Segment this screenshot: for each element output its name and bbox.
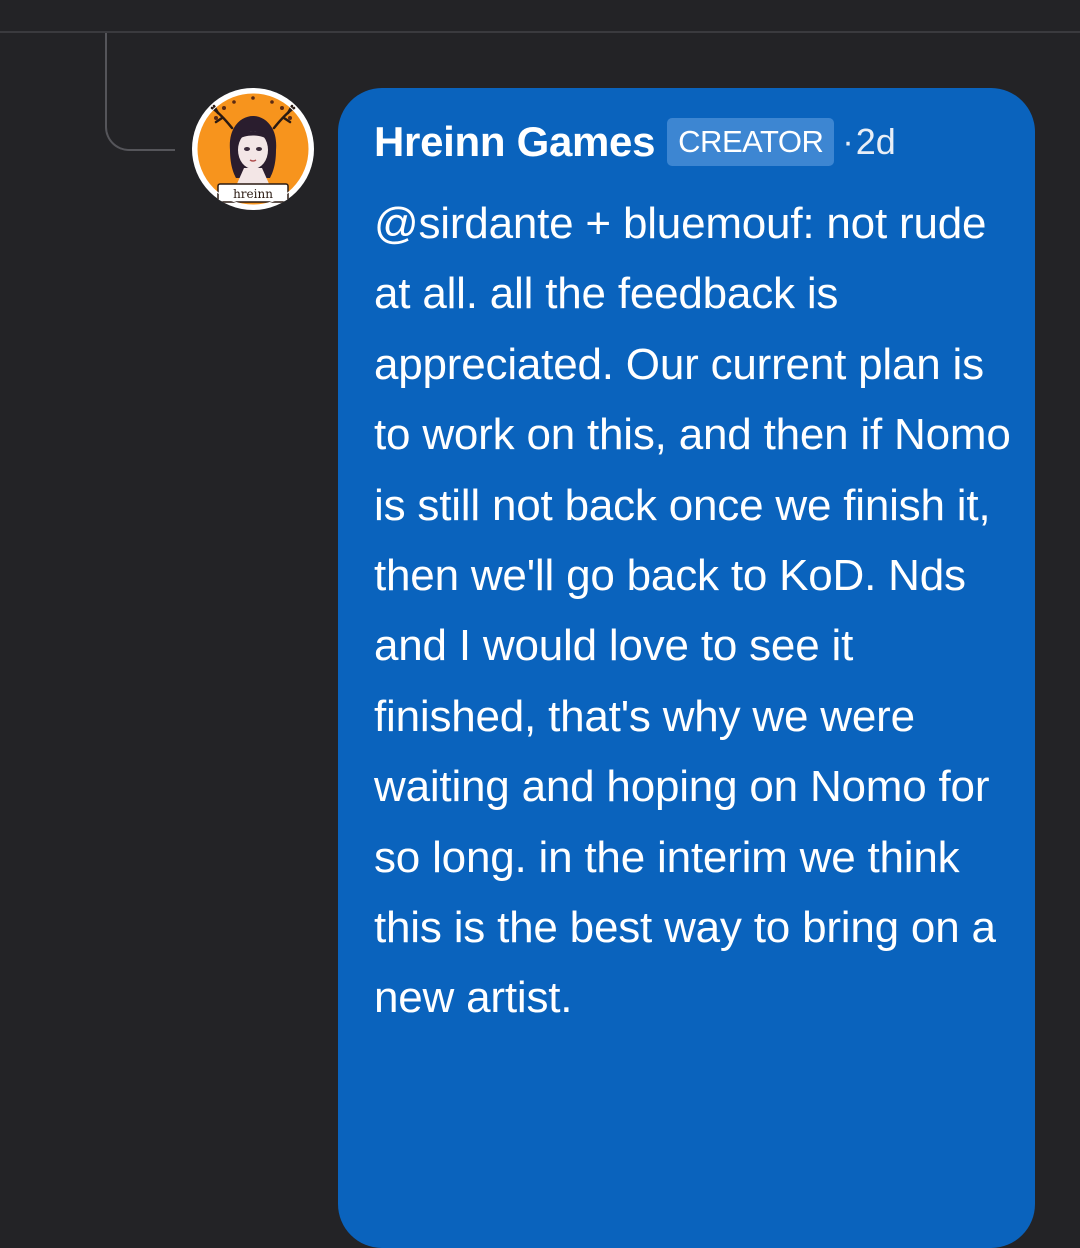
comment-bubble: Hreinn Games CREATOR · 2d @sirdante + bl…: [338, 88, 1035, 1248]
creator-badge: CREATOR: [667, 118, 835, 166]
avatar-image: hreinn: [196, 92, 310, 206]
comment-timestamp[interactable]: 2d: [856, 121, 896, 163]
avatar[interactable]: hreinn: [192, 88, 314, 210]
author-name[interactable]: Hreinn Games: [374, 116, 655, 168]
top-bar: [0, 0, 1080, 33]
comment-header: Hreinn Games CREATOR · 2d: [374, 116, 1015, 168]
avatar-logo-text: hreinn: [233, 187, 273, 201]
thread-connector-line: [105, 33, 175, 151]
header-separator: ·: [842, 122, 854, 161]
comment-text: @sirdante + bluemouf: not rude at all. a…: [374, 199, 1011, 1023]
